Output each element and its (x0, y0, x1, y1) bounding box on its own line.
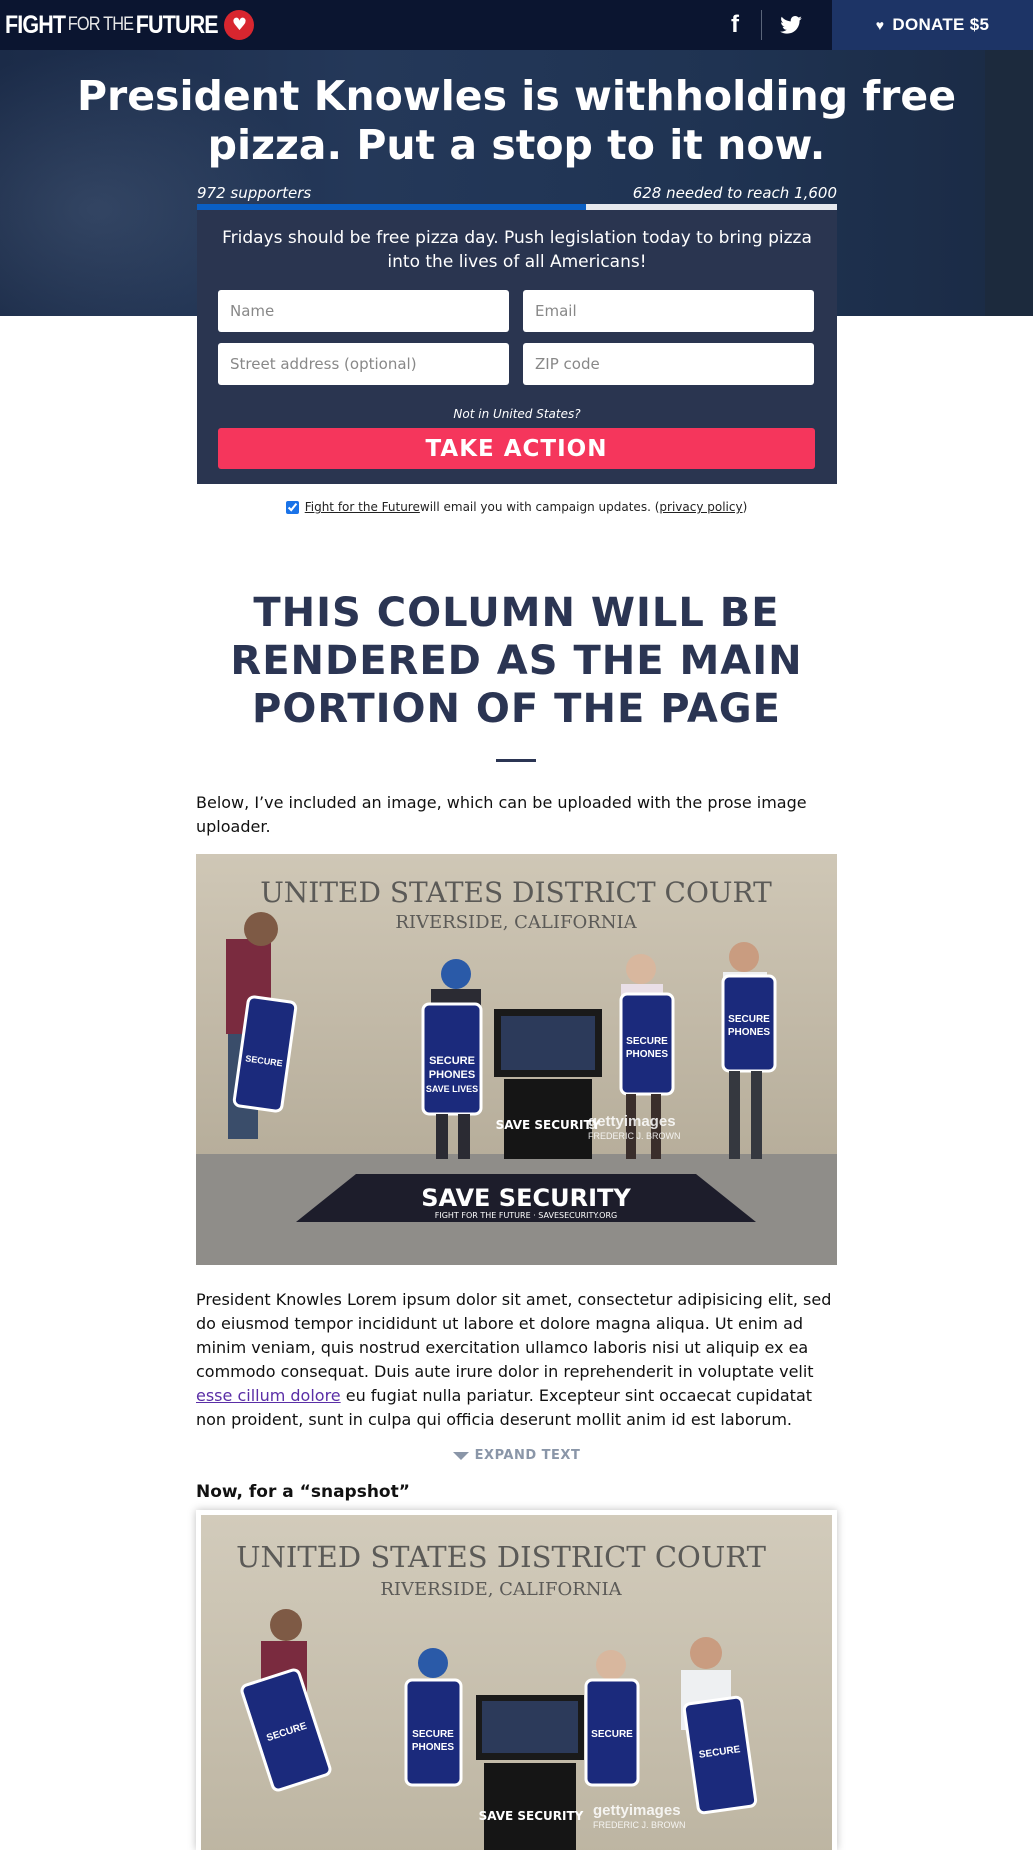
court-sign-line1: UNITED STATES DISTRICT COURT (236, 1540, 767, 1574)
svg-text:SECURE: SECURE (429, 1055, 475, 1067)
court-sign-line1: UNITED STATES DISTRICT COURT (260, 876, 772, 909)
court-sign-line2: RIVERSIDE, CALIFORNIA (395, 912, 637, 933)
svg-text:SECURE: SECURE (728, 1014, 770, 1025)
optin-checkbox[interactable] (285, 500, 299, 514)
donate-button[interactable]: ♥ DONATE $5 (832, 0, 1033, 50)
getty-watermark: gettyimages (588, 1113, 676, 1130)
court-sign-line2: RIVERSIDE, CALIFORNIA (380, 1579, 622, 1600)
snapshot-heading: Now, for a “snapshot” (196, 1482, 410, 1502)
supporters-needed: 628 needed to reach 1,600 (632, 184, 837, 202)
svg-text:SECURE: SECURE (626, 1036, 668, 1047)
svg-text:PHONES: PHONES (412, 1742, 455, 1753)
body-paragraph: President Knowles Lorem ipsum dolor sit … (196, 1290, 832, 1429)
zip-code-input[interactable] (523, 343, 814, 385)
box-text: SAVE SECURITY (496, 1118, 601, 1132)
name-input[interactable] (218, 290, 509, 332)
top-nav: FIGHT FOR THE FUTURE ♥ f ♥ DONATE $5 (0, 0, 1033, 50)
expand-label: EXPAND TEXT (474, 1448, 581, 1463)
org-link[interactable]: Fight for the Future (305, 500, 420, 514)
email-input[interactable] (523, 290, 814, 332)
svg-text:PHONES: PHONES (728, 1027, 771, 1038)
twitter-icon[interactable] (776, 10, 806, 40)
mat-text: SAVE SECURITY (421, 1184, 631, 1212)
svg-text:SECURE: SECURE (412, 1729, 454, 1740)
supporters-count: 972 supporters (197, 184, 312, 202)
heart-icon: ♥ (224, 10, 255, 40)
optin-text-end: ) (742, 500, 748, 514)
svg-text:SAVE LIVES: SAVE LIVES (426, 1084, 478, 1094)
logo-part-for-the: FOR THE (67, 14, 134, 35)
logo-part-fight: FIGHT (5, 10, 66, 39)
expand-text-button[interactable]: EXPAND TEXT (0, 1448, 1033, 1463)
petition-form: Fridays should be free pizza day. Push l… (197, 210, 837, 484)
svg-text:SECURE: SECURE (591, 1729, 633, 1740)
photo-credit: FREDERIC J. BROWN (588, 1131, 681, 1141)
heading-divider (496, 759, 536, 762)
logo-part-future: FUTURE (135, 10, 219, 39)
intro-paragraph: Below, I’ve included an image, which can… (196, 793, 807, 836)
triangle-down-icon (452, 1451, 469, 1460)
getty-watermark: gettyimages (593, 1802, 681, 1819)
protest-photo: UNITED STATES DISTRICT COURT RIVERSIDE, … (196, 854, 837, 1265)
snapshot-photo: UNITED STATES DISTRICT COURT RIVERSIDE, … (196, 1510, 837, 1850)
privacy-policy-link[interactable]: privacy policy (659, 500, 742, 514)
inline-link[interactable]: esse cillum dolore (196, 1386, 341, 1405)
site-logo[interactable]: FIGHT FOR THE FUTURE ♥ (5, 10, 255, 40)
form-blurb: Fridays should be free pizza day. Push l… (222, 228, 812, 272)
optin-text: will email you with campaign updates. ( (419, 500, 660, 514)
nav-divider (761, 10, 762, 40)
svg-text:PHONES: PHONES (429, 1069, 475, 1081)
email-optin: Fight for the Future will email you with… (0, 500, 1033, 514)
photo-credit: FREDERIC J. BROWN (593, 1820, 686, 1830)
not-in-us-link[interactable]: Not in United States? (197, 407, 837, 421)
take-action-button[interactable]: TAKE ACTION (218, 428, 815, 469)
donate-label: DONATE $5 (892, 15, 990, 34)
svg-text:PHONES: PHONES (626, 1049, 669, 1060)
heart-icon: ♥ (875, 17, 885, 33)
mat-footer: FIGHT FOR THE FUTURE · SAVESECURITY.ORG (435, 1211, 618, 1220)
facebook-icon[interactable]: f (722, 10, 748, 40)
street-address-input[interactable] (218, 343, 509, 385)
main-heading: THIS COLUMN WILL BE RENDERED AS THE MAIN… (230, 590, 803, 732)
hero-title: President Knowles is withholding free pi… (76, 72, 957, 169)
svg-text:SAVE SECURITY: SAVE SECURITY (479, 1809, 584, 1823)
